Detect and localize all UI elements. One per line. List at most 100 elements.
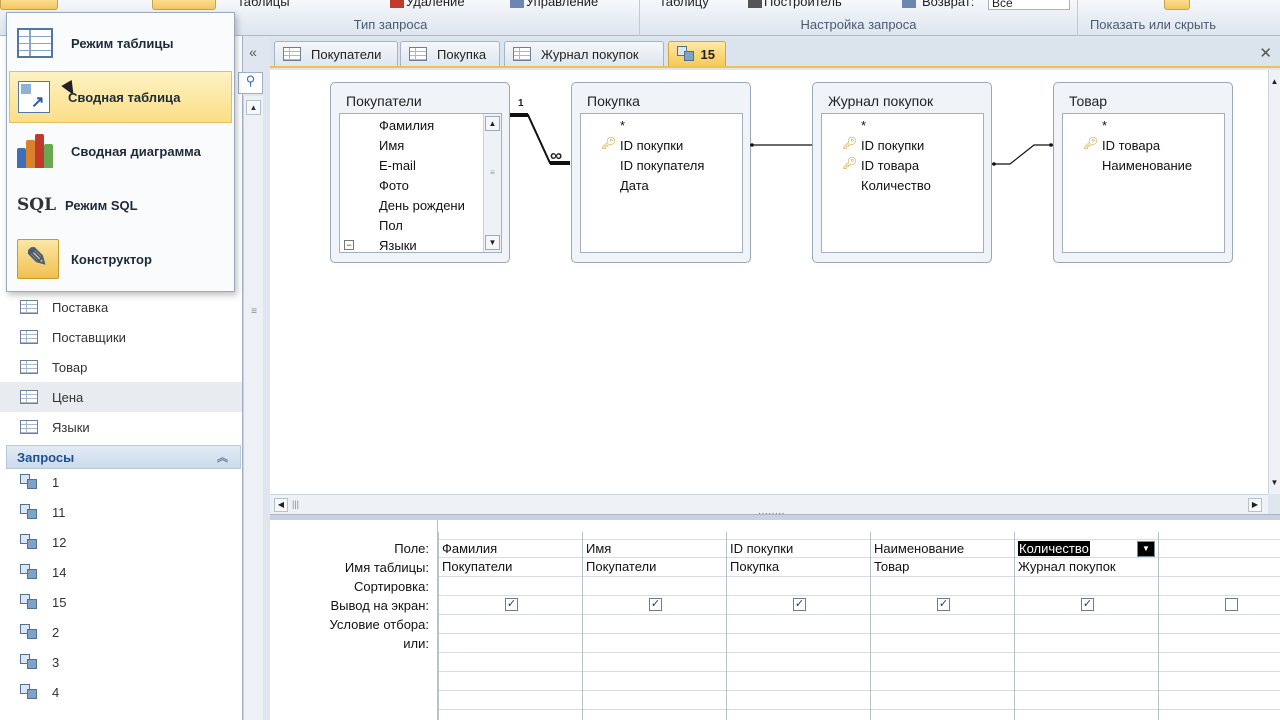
- grid-empty-cell[interactable]: [1015, 653, 1159, 672]
- grid-or-cell[interactable]: [583, 634, 727, 653]
- grid-criteria-cell[interactable]: [1159, 615, 1280, 634]
- scroll-down-icon[interactable]: ▼: [1269, 474, 1280, 492]
- grid-or-cell[interactable]: [871, 634, 1015, 653]
- tab-pokupka[interactable]: Покупка: [400, 41, 500, 66]
- grid-empty-cell[interactable]: [871, 672, 1015, 691]
- data-definition-button[interactable]: Управление: [526, 0, 598, 9]
- grid-sort-cell[interactable]: [871, 577, 1015, 596]
- builder-button[interactable]: Построитель: [764, 0, 842, 9]
- nav-item-query[interactable]: 2: [0, 617, 242, 647]
- close-icon[interactable]: ✕: [1259, 44, 1272, 62]
- grid-table-cell[interactable]: Покупатели: [583, 558, 727, 577]
- grid-or-cell[interactable]: [1015, 634, 1159, 653]
- delete-query-button[interactable]: Удаление: [406, 0, 465, 9]
- grid-criteria-cell[interactable]: [871, 615, 1015, 634]
- scroll-left-icon[interactable]: ◀: [274, 498, 288, 512]
- scroll-right-icon[interactable]: ▶: [1248, 498, 1262, 512]
- grid-field-cell[interactable]: ID покупки: [727, 539, 871, 558]
- nav-item-table[interactable]: Товар: [0, 352, 242, 382]
- menu-item-sql-view[interactable]: SQL Режим SQL: [9, 179, 232, 231]
- dropdown-arrow-icon[interactable]: ▼: [1137, 541, 1155, 557]
- totals-button[interactable]: [1164, 0, 1190, 10]
- grid-empty-cell[interactable]: [583, 672, 727, 691]
- grid-empty-cell[interactable]: [439, 672, 583, 691]
- grid-empty-cell[interactable]: [439, 653, 583, 672]
- grid-empty-cell[interactable]: [727, 653, 871, 672]
- grid-show-cell[interactable]: ✓: [583, 596, 727, 615]
- grid-show-cell[interactable]: ✓: [727, 596, 871, 615]
- grid-table-cell[interactable]: Журнал покупок: [1015, 558, 1159, 577]
- show-checkbox[interactable]: ✓: [793, 598, 806, 611]
- grid-criteria-cell[interactable]: [583, 615, 727, 634]
- grid-empty-cell[interactable]: [583, 691, 727, 710]
- grid-field-cell-selected[interactable]: Количество ▼: [1015, 539, 1159, 558]
- scroll-grip-icon[interactable]: ≡: [247, 306, 261, 328]
- design-vertical-scrollbar[interactable]: ▲ ▼: [1268, 70, 1280, 494]
- grid-column[interactable]: ID покупки Покупка ✓: [726, 532, 871, 720]
- menu-item-pivot-chart[interactable]: Сводная диаграмма: [9, 125, 232, 177]
- grid-show-cell[interactable]: ✓: [1015, 596, 1159, 615]
- nav-item-table[interactable]: Поставка: [0, 292, 242, 322]
- grid-show-cell[interactable]: ✓: [439, 596, 583, 615]
- show-checkbox-unchecked[interactable]: [1225, 598, 1238, 611]
- show-checkbox[interactable]: ✓: [1081, 598, 1094, 611]
- nav-item-table[interactable]: Поставщики: [0, 322, 242, 352]
- return-combobox[interactable]: Все: [988, 0, 1070, 10]
- grid-empty-cell[interactable]: [1159, 672, 1280, 691]
- grid-criteria-cell[interactable]: [1015, 615, 1159, 634]
- grid-empty-cell[interactable]: [583, 653, 727, 672]
- grid-column-empty[interactable]: [1158, 532, 1280, 720]
- grid-field-cell[interactable]: Фамилия: [439, 539, 583, 558]
- nav-section-queries[interactable]: Запросы ︽: [6, 445, 241, 469]
- nav-item-query[interactable]: 1: [0, 467, 242, 497]
- collapse-chevron-icon[interactable]: ︽: [217, 449, 228, 465]
- make-table-button[interactable]: [152, 0, 216, 10]
- grid-empty-cell[interactable]: [1159, 653, 1280, 672]
- nav-item-query[interactable]: 14: [0, 557, 242, 587]
- grid-sort-cell[interactable]: [583, 577, 727, 596]
- nav-scrollbar[interactable]: ▲ ≡: [243, 96, 263, 720]
- grid-table-cell[interactable]: Товар: [871, 558, 1015, 577]
- nav-item-table-selected[interactable]: Цена: [0, 382, 242, 412]
- tab-pokupateli[interactable]: Покупатели: [274, 41, 398, 66]
- grid-show-cell[interactable]: ✓: [871, 596, 1015, 615]
- tab-query-15[interactable]: 15: [668, 41, 726, 66]
- nav-item-query[interactable]: 15: [0, 587, 242, 617]
- grid-empty-cell[interactable]: [727, 691, 871, 710]
- grid-column[interactable]: Имя Покупатели ✓: [582, 532, 727, 720]
- grid-field-cell[interactable]: Имя: [583, 539, 727, 558]
- show-checkbox[interactable]: ✓: [505, 598, 518, 611]
- scroll-grip-icon[interactable]: |||: [292, 499, 312, 511]
- nav-item-table[interactable]: Языки: [0, 412, 242, 442]
- grid-field-cell[interactable]: Наименование: [871, 539, 1015, 558]
- grid-empty-cell[interactable]: [871, 691, 1015, 710]
- menu-item-design-view[interactable]: Конструктор: [9, 233, 232, 285]
- grid-or-cell[interactable]: [727, 634, 871, 653]
- grid-empty-cell[interactable]: [1159, 691, 1280, 710]
- scroll-up-icon[interactable]: ▲: [1269, 72, 1280, 92]
- grid-table-cell[interactable]: Покупатели: [439, 558, 583, 577]
- grid-column-selected[interactable]: Количество ▼ Журнал покупок ✓: [1014, 532, 1159, 720]
- menu-item-pivot-table[interactable]: Сводная таблица: [9, 71, 232, 123]
- grid-empty-cell[interactable]: [871, 653, 1015, 672]
- grid-or-cell[interactable]: [1159, 634, 1280, 653]
- grid-sort-cell[interactable]: [1015, 577, 1159, 596]
- show-checkbox[interactable]: ✓: [649, 598, 662, 611]
- grid-empty-cell[interactable]: [439, 691, 583, 710]
- grid-column[interactable]: Наименование Товар ✓: [870, 532, 1015, 720]
- scroll-up-icon[interactable]: ▲: [246, 100, 261, 115]
- grid-criteria-cell[interactable]: [727, 615, 871, 634]
- grid-show-cell[interactable]: [1159, 596, 1280, 615]
- grid-table-cell[interactable]: Покупка: [727, 558, 871, 577]
- grid-empty-cell[interactable]: [1015, 691, 1159, 710]
- menu-item-datasheet-view[interactable]: Режим таблицы: [9, 17, 232, 69]
- grid-empty-cell[interactable]: [727, 672, 871, 691]
- search-icon[interactable]: ⚲: [238, 72, 263, 94]
- nav-item-query[interactable]: 4: [0, 677, 242, 707]
- grid-criteria-cell[interactable]: [439, 615, 583, 634]
- show-checkbox[interactable]: ✓: [937, 598, 950, 611]
- nav-item-query[interactable]: 11: [0, 497, 242, 527]
- query-design-grid[interactable]: Поле: Имя таблицы: Сортировка: Вывод на …: [270, 520, 1280, 720]
- nav-item-query[interactable]: 3: [0, 647, 242, 677]
- grid-sort-cell[interactable]: [1159, 577, 1280, 596]
